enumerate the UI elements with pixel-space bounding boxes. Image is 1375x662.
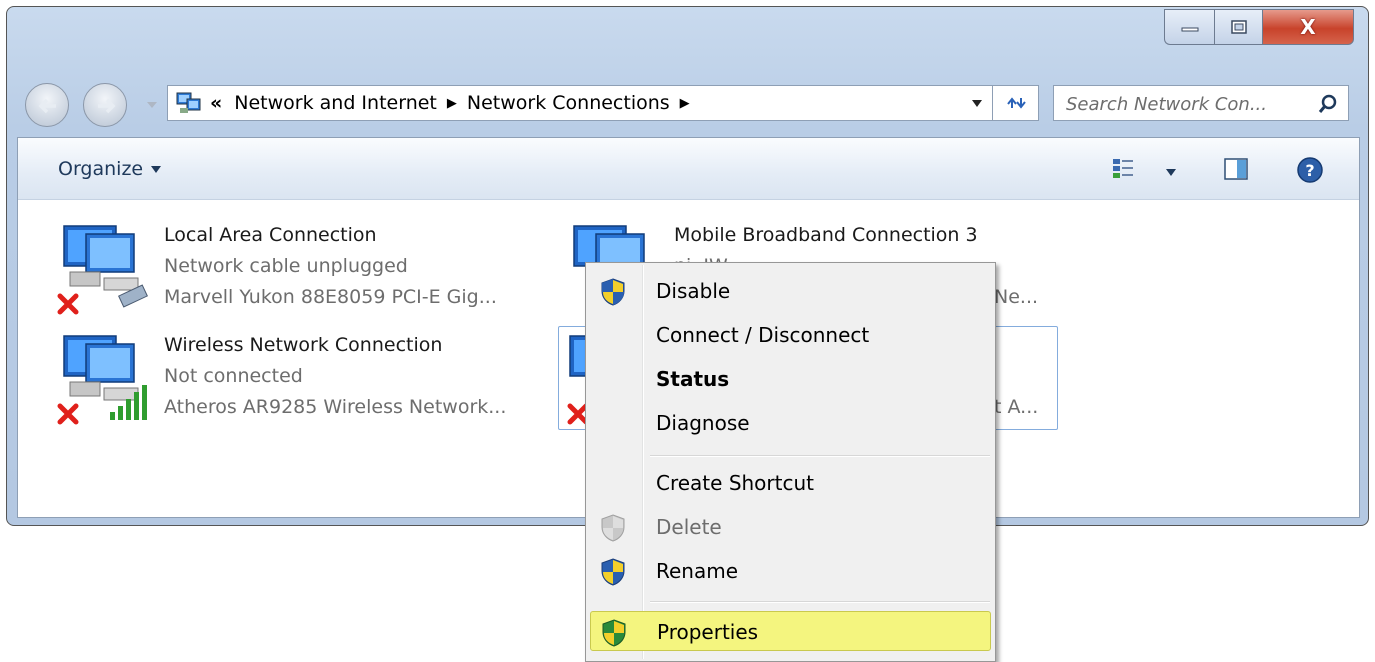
- command-bar: Organize ?: [18, 138, 1359, 200]
- recent-pages-dropdown[interactable]: [147, 102, 157, 108]
- connection-device: Marvell Yukon 88E8059 PCI-E Gig...: [164, 286, 497, 308]
- menu-item-connect-disconnect[interactable]: Connect / Disconnect: [590, 315, 991, 355]
- view-options-dropdown-icon[interactable]: [1166, 169, 1176, 176]
- menu-separator: [650, 601, 990, 603]
- menu-separator: [650, 455, 990, 457]
- back-button[interactable]: [25, 83, 69, 127]
- menu-item-diagnose[interactable]: Diagnose: [590, 403, 991, 443]
- menu-item-status[interactable]: Status: [590, 359, 991, 399]
- network-connections-icon: [176, 92, 201, 113]
- refresh-button[interactable]: [993, 85, 1039, 121]
- address-history-dropdown-icon[interactable]: [972, 100, 982, 107]
- menu-item-label: Status: [656, 367, 730, 391]
- change-view-icon[interactable]: [1112, 158, 1134, 180]
- menu-item-label: Rename: [656, 559, 739, 583]
- back-arrow-icon: [38, 98, 56, 114]
- forward-button[interactable]: [83, 83, 127, 127]
- context-menu: Disable Connect / Disconnect Status Diag…: [585, 262, 996, 662]
- menu-item-properties[interactable]: Properties: [590, 611, 991, 651]
- menu-item-create-shortcut[interactable]: Create Shortcut: [590, 463, 991, 503]
- maximize-button[interactable]: [1214, 9, 1262, 45]
- search-input[interactable]: [1054, 86, 1318, 122]
- caption-buttons: X: [1164, 9, 1354, 45]
- connection-name: Local Area Connection: [164, 224, 377, 246]
- uac-shield-icon: [601, 514, 625, 542]
- uac-shield-icon: [602, 619, 626, 647]
- search-icon[interactable]: [1318, 94, 1338, 114]
- menu-item-rename[interactable]: Rename: [590, 551, 991, 591]
- uac-shield-icon: [601, 558, 625, 586]
- uac-shield-icon: [601, 278, 625, 306]
- menu-item-label: Properties: [657, 620, 759, 644]
- connection-name: Mobile Broadband Connection 3: [674, 224, 978, 246]
- organize-menu[interactable]: Organize: [58, 158, 162, 180]
- connection-device: t A...: [994, 396, 1039, 418]
- menu-item-label: Connect / Disconnect: [656, 323, 870, 347]
- menu-item-disable[interactable]: Disable: [590, 271, 991, 311]
- connection-status: Network cable unplugged: [164, 255, 408, 277]
- close-icon: X: [1300, 15, 1316, 39]
- error-x-icon: [57, 293, 79, 315]
- breadcrumb-overflow[interactable]: «: [210, 92, 222, 114]
- menu-item-delete: Delete: [590, 507, 991, 547]
- minimize-icon: [1181, 27, 1198, 32]
- error-x-icon: [57, 403, 79, 425]
- breadcrumb-separator-icon[interactable]: ▶: [447, 96, 457, 111]
- minimize-button[interactable]: [1164, 9, 1214, 45]
- signal-bars-icon: [110, 385, 147, 420]
- close-button[interactable]: X: [1262, 9, 1354, 45]
- connection-status: Not connected: [164, 365, 303, 387]
- connection-name: Wireless Network Connection: [164, 334, 443, 356]
- menu-item-label: Diagnose: [656, 411, 750, 435]
- refresh-icon: [1006, 97, 1026, 109]
- forward-arrow-icon: [98, 98, 116, 114]
- breadcrumb-network-internet[interactable]: Network and Internet: [234, 92, 437, 114]
- breadcrumb-network-connections[interactable]: Network Connections: [467, 92, 670, 114]
- menu-item-label: Create Shortcut: [656, 471, 814, 495]
- address-bar[interactable]: « Network and Internet ▶ Network Connect…: [167, 85, 993, 121]
- connection-device: Atheros AR9285 Wireless Network...: [164, 396, 507, 418]
- search-box[interactable]: [1053, 85, 1349, 122]
- preview-pane-icon[interactable]: [1224, 158, 1248, 180]
- chevron-down-icon: [151, 165, 162, 173]
- maximize-icon: [1230, 20, 1247, 34]
- help-icon[interactable]: ?: [1296, 156, 1324, 184]
- svg-text:?: ?: [1305, 161, 1314, 180]
- organize-label: Organize: [58, 158, 144, 180]
- menu-item-label: Disable: [656, 279, 731, 303]
- menu-item-label: Delete: [656, 515, 722, 539]
- breadcrumb-separator-icon[interactable]: ▶: [680, 96, 690, 111]
